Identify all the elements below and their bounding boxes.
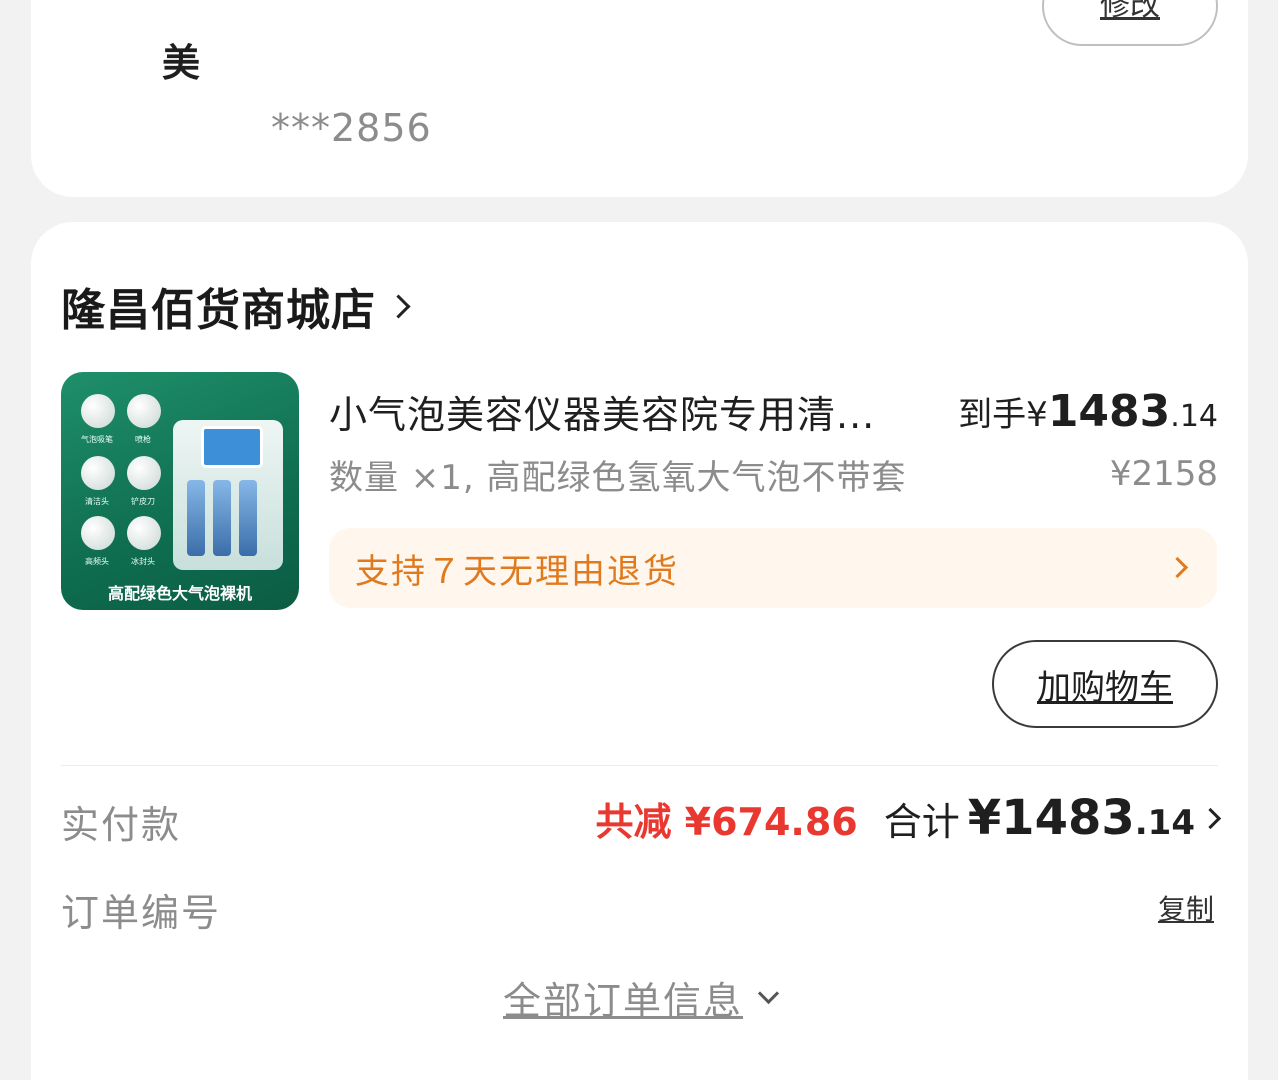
- product-title[interactable]: 小气泡美容仪器美容院专用清...: [329, 384, 875, 439]
- chevron-right-icon: [386, 293, 411, 319]
- tank: [187, 480, 205, 556]
- address-card: 美 ***2856 修改: [31, 0, 1248, 197]
- price-decimal: .14: [1170, 399, 1218, 434]
- shop-name: 隆昌佰货商城店: [61, 285, 376, 336]
- total-amount: ¥1483.14: [968, 790, 1195, 846]
- product-sku: 数量 ×1, 高配绿色氢氧大气泡不带套: [329, 458, 907, 498]
- tool-label: 冰封头: [131, 557, 155, 566]
- all-order-info-label: 全部订单信息: [502, 979, 743, 1023]
- price-prefix: 到手: [958, 395, 1027, 435]
- price-currency: ¥: [1026, 395, 1048, 435]
- order-number-label: 订单编号: [61, 891, 222, 935]
- rf-head-icon: [81, 516, 115, 550]
- tool-label: 气泡吸笔: [81, 435, 113, 444]
- cold-head-icon: [127, 516, 161, 550]
- product-image-caption: 高配绿色大气泡裸机: [107, 584, 252, 603]
- chevron-right-icon: [1199, 807, 1222, 829]
- total-label: 合计: [883, 799, 960, 844]
- chevron-right-icon: [1166, 556, 1189, 579]
- tool-label: 喷枪: [135, 435, 151, 444]
- bubble-pen-icon: [81, 394, 115, 428]
- all-order-info-toggle[interactable]: 全部订单信息: [31, 970, 1248, 1025]
- cleaning-head-icon: [81, 456, 115, 490]
- total-decimal: .14: [1134, 803, 1195, 843]
- order-card: 隆昌佰货商城店 气泡吸笔 喷枪 清洁头 铲皮刀 高频头 冰封头 高配绿色大气泡裸…: [31, 222, 1248, 1080]
- return-policy-bar[interactable]: 支持７天无理由退货: [329, 528, 1217, 608]
- tool-label: 高频头: [85, 557, 109, 566]
- chevron-down-icon: [757, 982, 780, 1005]
- copy-order-number-button[interactable]: 复制: [1158, 888, 1214, 928]
- discount-amount: 共减 ¥674.86: [595, 799, 858, 844]
- tank: [213, 480, 231, 556]
- product-image[interactable]: 气泡吸笔 喷枪 清洁头 铲皮刀 高频头 冰封头 高配绿色大气泡裸机: [61, 372, 299, 610]
- spray-gun-icon: [127, 394, 161, 428]
- tank: [239, 480, 257, 556]
- tool-label: 清洁头: [85, 497, 109, 506]
- price-integer: 1483: [1047, 386, 1171, 437]
- payment-summary[interactable]: 共减 ¥674.86 合计 ¥1483.14: [595, 790, 1222, 846]
- total-currency: ¥: [967, 790, 1002, 846]
- address-phone: ***2856: [271, 106, 432, 150]
- machine-screen: [201, 426, 263, 468]
- edit-address-button[interactable]: 修改: [1042, 0, 1218, 46]
- original-price: ¥2158: [1109, 454, 1218, 494]
- total-integer: 1483: [1001, 790, 1135, 846]
- add-to-cart-button[interactable]: 加购物车: [992, 640, 1218, 728]
- shop-header[interactable]: 隆昌佰货商城店: [61, 274, 411, 338]
- tool-label: 铲皮刀: [131, 497, 155, 506]
- machine-illustration: [173, 420, 283, 570]
- scrubber-icon: [127, 456, 161, 490]
- final-price: 到手¥1483.14: [958, 386, 1218, 437]
- divider: [61, 765, 1218, 766]
- return-policy-label: 支持７天无理由退货: [355, 551, 679, 592]
- address-line-2: 美: [162, 41, 203, 85]
- paid-amount-label: 实付款: [61, 803, 182, 847]
